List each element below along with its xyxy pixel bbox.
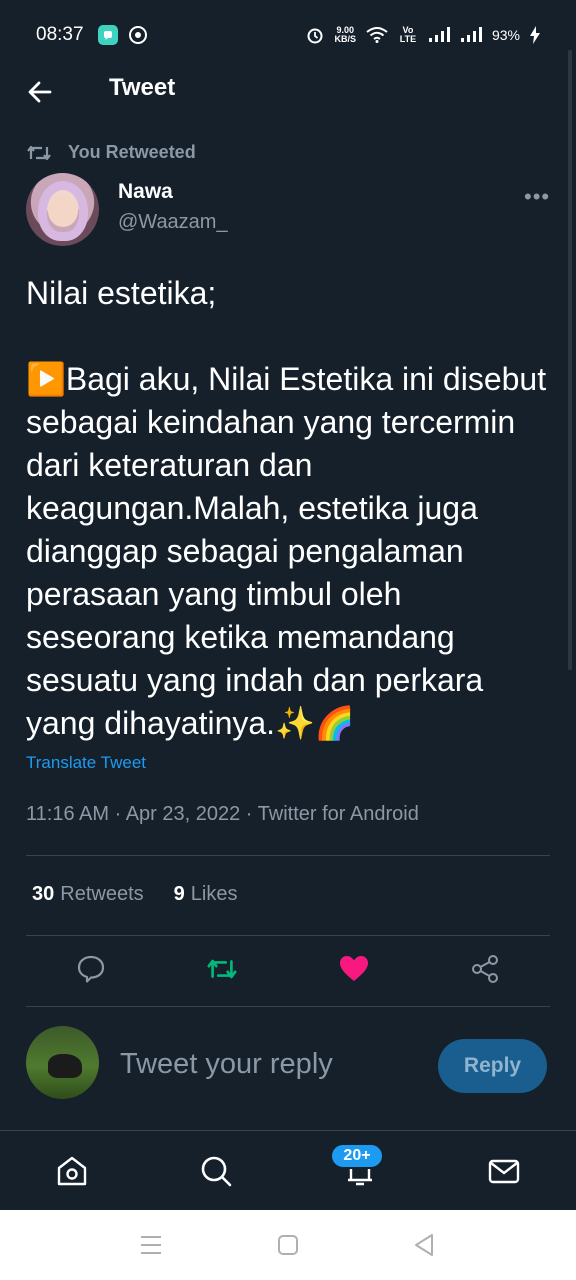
retweet-icon	[27, 145, 51, 160]
retweets-stat[interactable]: 30 Retweets	[32, 883, 144, 906]
avatar-figure	[48, 1054, 82, 1078]
chrome-icon	[128, 25, 148, 45]
nav-search[interactable]	[198, 1153, 234, 1189]
page-title: Tweet	[109, 74, 176, 101]
charging-icon	[530, 26, 540, 44]
author-handle[interactable]: @Waazam_	[118, 211, 228, 234]
triangle-back-icon	[415, 1234, 433, 1256]
like-button[interactable]	[338, 953, 370, 985]
avatar-face	[48, 195, 78, 227]
top-bar: Tweet	[0, 60, 576, 120]
retweets-label: Retweets	[60, 883, 144, 905]
nav-messages[interactable]	[486, 1153, 522, 1189]
nav-home[interactable]	[54, 1153, 90, 1189]
reply-button[interactable]	[75, 953, 107, 985]
divider	[26, 1006, 550, 1007]
signal-icon-1	[428, 27, 450, 42]
bottom-navigation: 20+	[0, 1130, 576, 1210]
system-menu-button[interactable]	[137, 1232, 165, 1258]
divider	[26, 855, 550, 856]
likes-label: Likes	[190, 883, 238, 905]
reply-submit-button[interactable]: Reply	[438, 1039, 547, 1093]
status-right: 9.00 KB/S Vo LTE 93%	[306, 26, 540, 44]
retweet-icon	[207, 959, 237, 979]
tweet-stats: 30 Retweets 9 Likes	[32, 883, 237, 906]
search-icon	[201, 1156, 232, 1187]
tweet-body: Nilai estetika; ▶️Bagi aku, Nilai Esteti…	[26, 275, 547, 741]
divider	[26, 935, 550, 936]
network-speed-unit: KB/S	[334, 34, 356, 44]
back-button[interactable]	[26, 78, 54, 106]
menu-lines-icon	[141, 1236, 161, 1254]
likes-count: 9	[173, 883, 185, 905]
tweet-meta: 11:16 AM · Apr 23, 2022 · Twitter for An…	[26, 803, 419, 825]
wifi-icon	[366, 27, 388, 43]
share-icon	[472, 955, 498, 983]
tweet-actions	[0, 945, 576, 995]
retweet-button[interactable]	[206, 953, 238, 985]
speech-bubble-icon	[77, 955, 105, 983]
retweet-context[interactable]: You Retweeted	[26, 142, 196, 163]
more-options-icon[interactable]: •••	[524, 184, 550, 210]
current-user-avatar[interactable]	[26, 1026, 99, 1099]
square-icon	[278, 1235, 298, 1255]
author-name[interactable]: Nawa	[118, 180, 173, 204]
system-back-button[interactable]	[410, 1232, 438, 1258]
notifications-badge: 20+	[330, 1143, 384, 1169]
status-time: 08:37	[36, 24, 84, 45]
home-icon	[57, 1156, 87, 1186]
reply-input[interactable]: Tweet your reply	[120, 1048, 333, 1081]
arrow-left-icon	[28, 81, 52, 103]
retweet-context-label: You Retweeted	[68, 142, 196, 162]
app-notification-icon	[97, 25, 118, 45]
volte-label: Vo LTE	[399, 25, 417, 44]
system-navigation-bar	[0, 1210, 576, 1280]
retweets-count: 30	[32, 883, 55, 905]
envelope-icon	[488, 1159, 520, 1184]
author-avatar[interactable]	[26, 173, 99, 246]
scrollbar[interactable]	[568, 50, 572, 670]
system-home-button[interactable]	[274, 1232, 302, 1258]
alarm-icon	[307, 28, 323, 44]
heart-icon	[340, 956, 368, 981]
battery-level: 93%	[491, 27, 520, 43]
translate-tweet-link[interactable]: Translate Tweet	[26, 753, 146, 773]
signal-icon-2	[460, 27, 482, 42]
likes-stat[interactable]: 9 Likes	[174, 883, 238, 906]
share-button[interactable]	[469, 953, 501, 985]
network-speed: 9.00 KB/S	[334, 26, 356, 44]
